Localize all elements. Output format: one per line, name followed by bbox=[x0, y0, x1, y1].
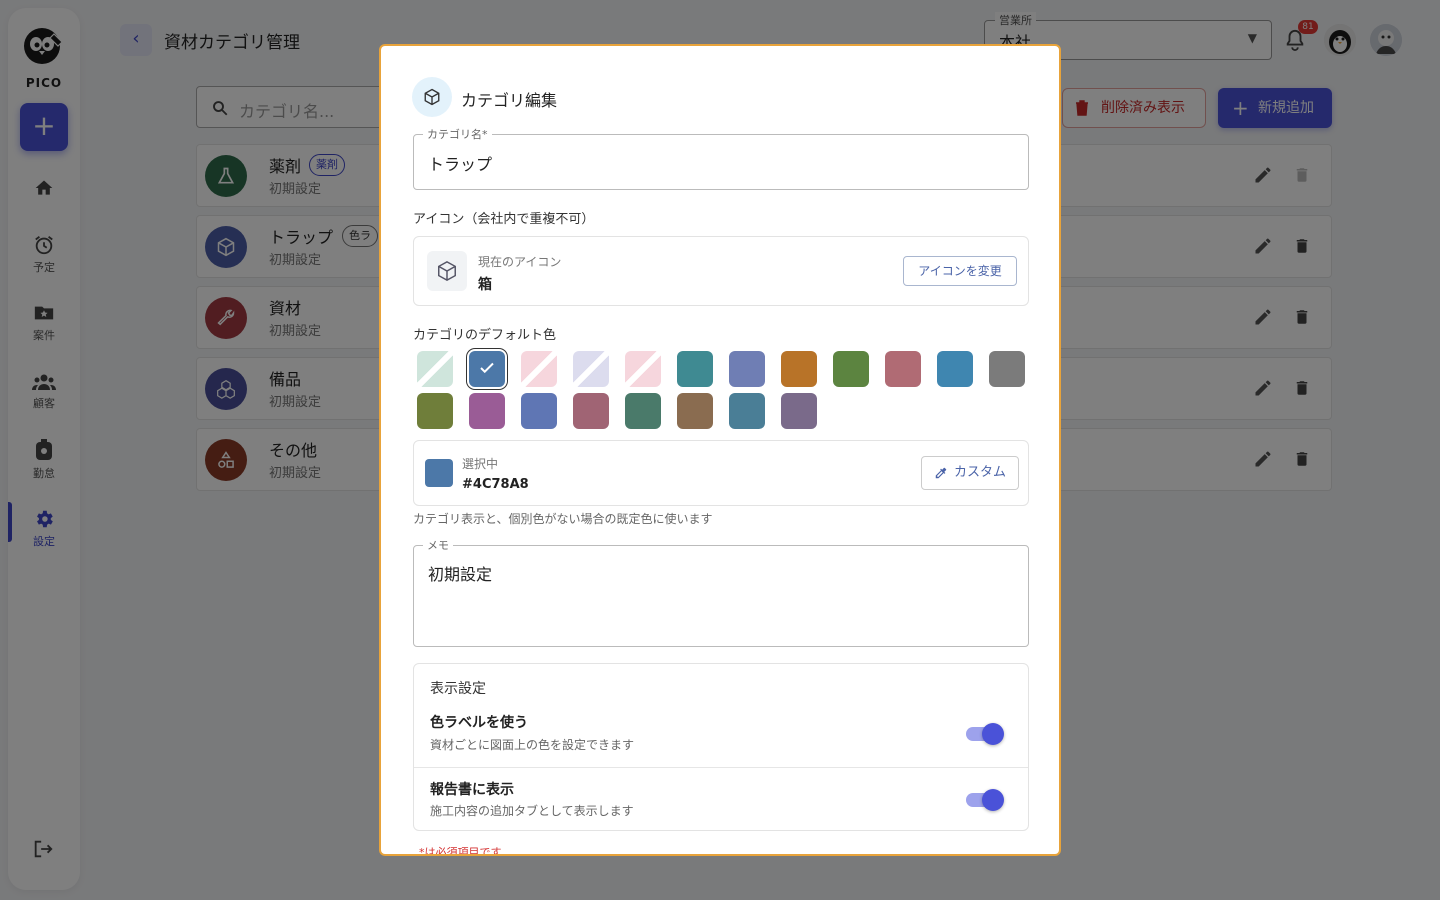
display-settings-title: 表示設定 bbox=[430, 681, 486, 697]
memo-field[interactable]: メモ 初期設定 bbox=[413, 537, 1029, 647]
color-swatch[interactable] bbox=[937, 351, 973, 387]
color-swatch-selected[interactable] bbox=[469, 351, 505, 387]
color-swatch-disabled[interactable] bbox=[521, 351, 557, 387]
color-swatch[interactable] bbox=[469, 393, 505, 429]
box-icon bbox=[427, 251, 467, 291]
color-swatch-disabled[interactable] bbox=[625, 351, 661, 387]
category-name-value: トラップ bbox=[428, 155, 493, 174]
dialog-title: カテゴリ編集 bbox=[461, 91, 558, 110]
color-swatch[interactable] bbox=[781, 351, 817, 387]
toggle-thumb bbox=[982, 723, 1004, 745]
color-swatch[interactable] bbox=[521, 393, 557, 429]
toggle-thumb bbox=[982, 789, 1004, 811]
toggle-row-report: 報告書に表示 施工内容の追加タブとして表示します bbox=[414, 767, 1028, 832]
display-settings-panel: 表示設定 色ラベルを使う 資材ごとに図面上の色を設定できます 報告書に表示 施工… bbox=[413, 663, 1029, 831]
toggle-description: 施工内容の追加タブとして表示します bbox=[430, 804, 634, 818]
selected-color-caption: 選択中 bbox=[462, 457, 499, 471]
color-swatch[interactable] bbox=[625, 393, 661, 429]
memo-label: メモ bbox=[423, 537, 453, 553]
category-name-label: カテゴリ名* bbox=[423, 126, 492, 142]
memo-value: 初期設定 bbox=[428, 565, 493, 584]
color-swatch[interactable] bbox=[729, 393, 765, 429]
toggle-title: 色ラベルを使う bbox=[430, 715, 528, 731]
color-help-text: カテゴリ表示と、個別色がない場合の既定色に使います bbox=[413, 512, 713, 526]
color-swatch[interactable] bbox=[677, 351, 713, 387]
box-icon bbox=[412, 77, 452, 117]
color-swatch-disabled[interactable] bbox=[573, 351, 609, 387]
color-swatch-disabled[interactable] bbox=[417, 351, 453, 387]
current-icon-panel: 現在のアイコン 箱 アイコンを変更 bbox=[413, 236, 1029, 306]
current-icon-name: 箱 bbox=[478, 277, 492, 293]
color-swatch[interactable] bbox=[573, 393, 609, 429]
toggle-description: 資材ごとに図面上の色を設定できます bbox=[430, 738, 635, 752]
eyedropper-icon bbox=[935, 467, 947, 479]
custom-color-label: カスタム bbox=[954, 465, 1007, 480]
color-swatch[interactable] bbox=[677, 393, 713, 429]
color-label-toggle[interactable] bbox=[966, 723, 1004, 745]
category-edit-dialog: カテゴリ編集 カテゴリ名* トラップ アイコン（会社内で重複不可） 現在のアイコ… bbox=[379, 44, 1061, 856]
change-icon-button[interactable]: アイコンを変更 bbox=[903, 256, 1017, 286]
icon-section-label: アイコン（会社内で重複不可） bbox=[413, 212, 595, 227]
current-icon-caption: 現在のアイコン bbox=[478, 255, 562, 269]
color-swatch[interactable] bbox=[989, 351, 1025, 387]
color-section-label: カテゴリのデフォルト色 bbox=[413, 328, 557, 343]
color-swatch[interactable] bbox=[417, 393, 453, 429]
category-name-field[interactable]: カテゴリ名* トラップ bbox=[413, 126, 1029, 190]
color-swatch[interactable] bbox=[781, 393, 817, 429]
color-swatch[interactable] bbox=[885, 351, 921, 387]
check-icon bbox=[480, 362, 494, 374]
color-swatch[interactable] bbox=[833, 351, 869, 387]
report-display-toggle[interactable] bbox=[966, 789, 1004, 811]
toggle-title: 報告書に表示 bbox=[430, 782, 514, 798]
custom-color-button[interactable]: カスタム bbox=[921, 456, 1019, 490]
color-swatch[interactable] bbox=[729, 351, 765, 387]
required-note: *は必須項目です bbox=[419, 846, 502, 856]
selected-color-panel: 選択中 #4C78A8 カスタム bbox=[413, 440, 1029, 506]
selected-color-chip bbox=[425, 459, 453, 487]
selected-color-hex: #4C78A8 bbox=[462, 477, 529, 492]
